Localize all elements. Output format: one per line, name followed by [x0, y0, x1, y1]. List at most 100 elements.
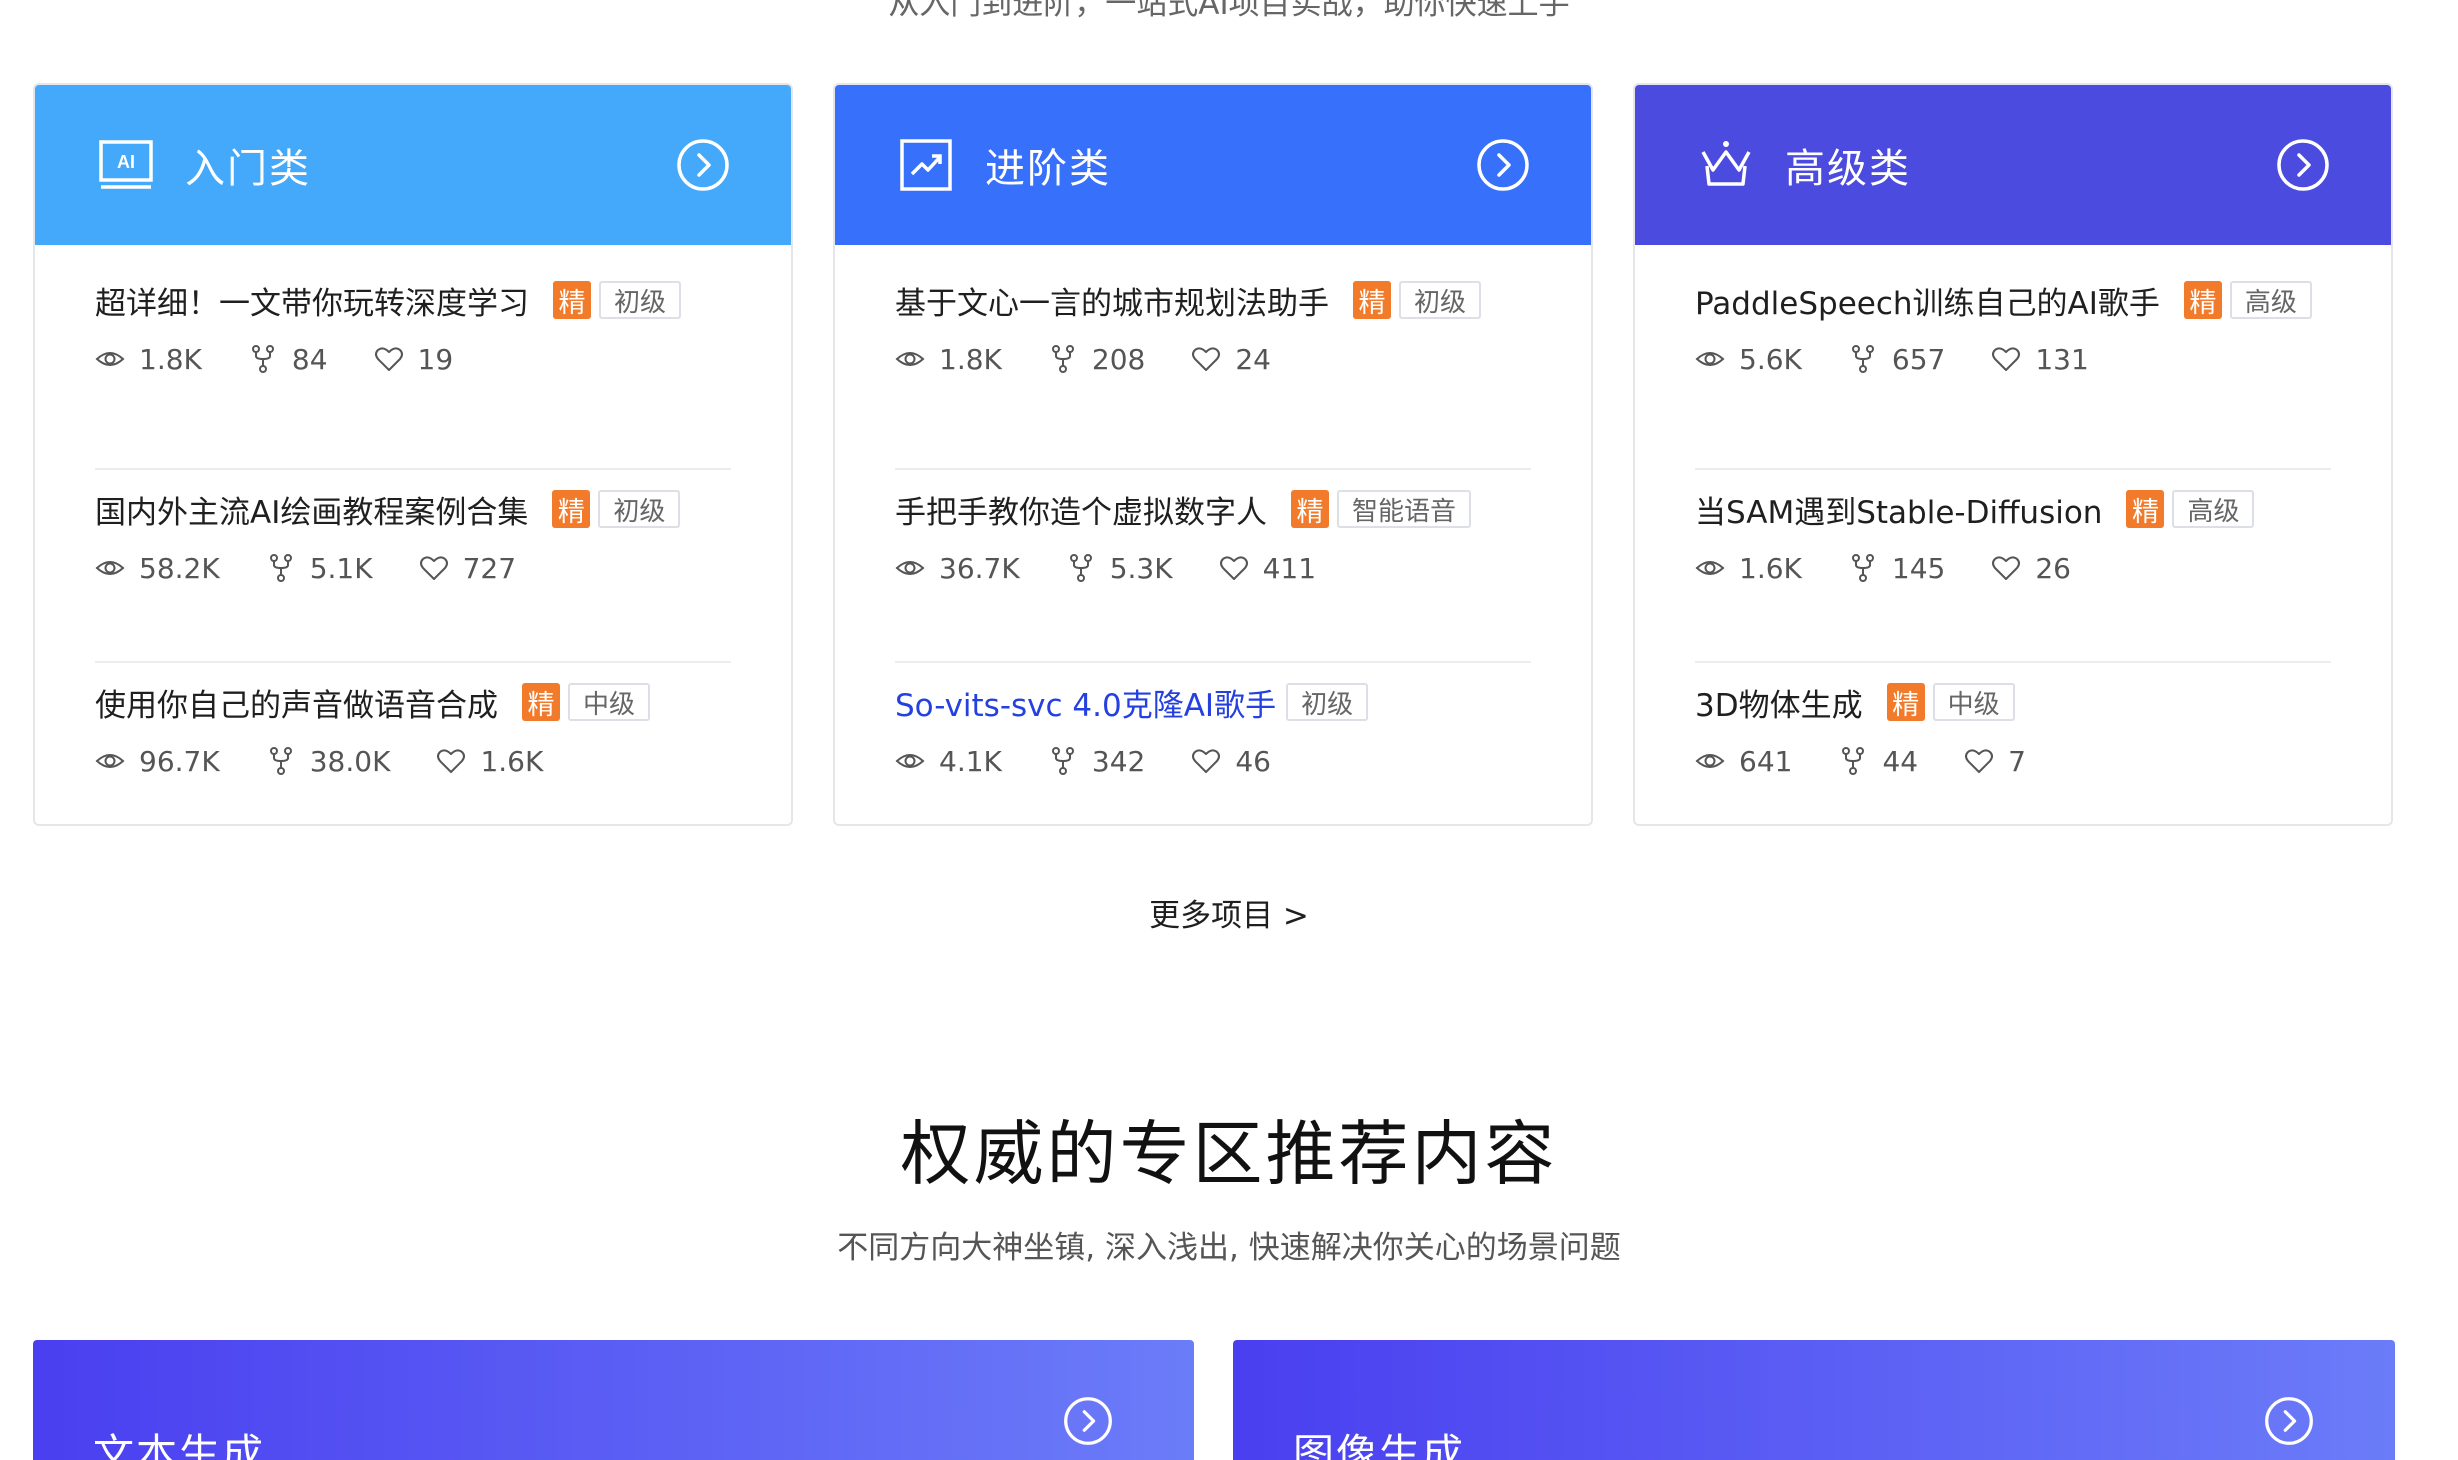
circle-arrow-right-icon[interactable] — [675, 137, 731, 193]
project-item[interactable]: 国内外主流AI绘画教程案例合集 精 初级 58.2K 5.1K 727 — [95, 468, 731, 661]
fork-icon — [251, 345, 274, 373]
views-count: 1.8K — [139, 342, 202, 376]
project-item[interactable]: 3D物体生成 精 中级 641 44 7 — [1695, 661, 2331, 824]
level-badge: 初级 — [599, 281, 682, 319]
forks-count: 5.1K — [309, 551, 373, 585]
views-count: 1.8K — [939, 342, 1002, 376]
project-item[interactable]: 当SAM遇到Stable-Diffusion 精 高级 1.6K 145 26 — [1695, 468, 2331, 661]
views-count: 5.6K — [1739, 342, 1802, 376]
views-count: 641 — [1739, 744, 1793, 778]
level-badge: 初级 — [598, 490, 681, 528]
project-stats: 36.7K 5.3K 411 — [895, 548, 1531, 588]
featured-badge: 精 — [2126, 490, 2165, 528]
svg-text:AI: AI — [117, 152, 135, 172]
project-stats: 641 44 7 — [1695, 741, 2331, 781]
level-badge: 初级 — [1399, 281, 1482, 319]
card-beginner: AI 入门类 超详细！一文带你玩转深度学习 精 初级 1.8K 84 19 国内… — [33, 83, 793, 826]
zone-card-image-generation[interactable]: 图像生成 — [1233, 1340, 2395, 1460]
featured-badge: 精 — [2183, 281, 2222, 319]
section-title: 权威的专区推荐内容 — [900, 1113, 1558, 1195]
zone-title: 文本生成 — [93, 1430, 265, 1460]
card-title: 入门类 — [185, 146, 311, 192]
fork-icon — [1851, 554, 1874, 582]
eye-icon — [1695, 352, 1725, 366]
project-item[interactable]: 基于文心一言的城市规划法助手 精 初级 1.8K 208 24 — [895, 275, 1531, 468]
circle-arrow-right-icon[interactable] — [1475, 137, 1531, 193]
forks-count: 145 — [1891, 551, 1946, 585]
project-title[interactable]: 手把手教你造个虚拟数字人 — [895, 487, 1267, 532]
heart-icon[interactable] — [1991, 553, 2021, 583]
featured-badge: 精 — [522, 683, 560, 721]
project-item[interactable]: 使用你自己的声音做语音合成 精 中级 96.7K 38.0K 1.6K — [95, 661, 731, 824]
featured-badge: 精 — [553, 281, 591, 319]
heart-icon[interactable] — [1964, 746, 1994, 776]
project-title[interactable]: 国内外主流AI绘画教程案例合集 — [95, 487, 528, 532]
eye-icon — [95, 754, 125, 768]
heart-icon[interactable] — [374, 344, 404, 374]
level-badge: 智能语音 — [1337, 490, 1472, 528]
card-body: 基于文心一言的城市规划法助手 精 初级 1.8K 208 24 手把手教你造个虚… — [835, 245, 1591, 824]
forks-count: 208 — [1091, 342, 1146, 376]
card-expert: 高级类 PaddleSpeech训练自己的AI歌手 精 高级 5.6K 657 — [1633, 83, 2393, 826]
fork-icon — [1851, 345, 1874, 373]
eye-icon — [1695, 561, 1725, 575]
circle-arrow-right-icon[interactable] — [2263, 1395, 2315, 1447]
eye-icon — [1695, 754, 1725, 768]
featured-badge: 精 — [1886, 683, 1925, 721]
fork-icon — [269, 554, 292, 582]
section-subtitle: 不同方向大神坐镇, 深入浅出, 快速解决你关心的场景问题 — [837, 1230, 1621, 1266]
featured-badge: 精 — [1353, 281, 1391, 319]
forks-count: 342 — [1091, 744, 1146, 778]
eye-icon — [895, 561, 925, 575]
project-item[interactable]: 手把手教你造个虚拟数字人 精 智能语音 36.7K 5.3K 411 — [895, 468, 1531, 661]
project-title[interactable]: 超详细！一文带你玩转深度学习 — [95, 278, 529, 323]
circle-arrow-right-icon[interactable] — [2275, 137, 2331, 193]
fork-icon — [269, 747, 292, 775]
heart-icon[interactable] — [419, 553, 449, 583]
fork-icon — [1051, 747, 1074, 775]
level-badge: 中级 — [1932, 683, 2015, 721]
card-header[interactable]: 进阶类 — [835, 85, 1591, 245]
project-title[interactable]: 当SAM遇到Stable-Diffusion — [1695, 487, 2102, 532]
card-header[interactable]: 高级类 — [1635, 85, 2391, 245]
heart-icon[interactable] — [1191, 344, 1221, 374]
project-item[interactable]: PaddleSpeech训练自己的AI歌手 精 高级 5.6K 657 131 — [1695, 275, 2331, 468]
heart-icon[interactable] — [436, 746, 466, 776]
likes-count: 727 — [462, 551, 517, 585]
zone-title: 图像生成 — [1293, 1430, 1465, 1460]
ai-screen-icon: AI — [99, 140, 153, 189]
level-badge: 高级 — [2172, 490, 2255, 528]
likes-count: 19 — [417, 342, 454, 376]
views-count: 96.7K — [139, 744, 220, 778]
project-title[interactable]: 3D物体生成 — [1695, 680, 1863, 725]
views-count: 1.6K — [1739, 551, 1802, 585]
likes-count: 411 — [1262, 551, 1317, 585]
more-projects-link[interactable]: 更多项目 > — [0, 890, 2458, 935]
level-badge: 初级 — [1286, 683, 1369, 721]
project-title-link[interactable]: So-vits-svc 4.0克隆AI歌手 — [895, 680, 1276, 725]
heart-icon[interactable] — [1219, 553, 1249, 583]
zone-card-text-generation[interactable]: 文本生成 — [33, 1340, 1194, 1460]
project-title[interactable]: 基于文心一言的城市规划法助手 — [895, 278, 1329, 323]
eye-icon — [895, 352, 925, 366]
heart-icon[interactable] — [1191, 746, 1221, 776]
views-count: 58.2K — [139, 551, 220, 585]
heart-icon[interactable] — [1991, 344, 2021, 374]
fork-icon — [1051, 345, 1074, 373]
project-stats: 4.1K 342 46 — [895, 741, 1531, 781]
project-title[interactable]: PaddleSpeech训练自己的AI歌手 — [1695, 278, 2160, 323]
views-count: 4.1K — [939, 744, 1002, 778]
forks-count: 657 — [1891, 342, 1946, 376]
card-header[interactable]: AI 入门类 — [35, 85, 791, 245]
project-stats: 5.6K 657 131 — [1695, 339, 2331, 379]
card-body: PaddleSpeech训练自己的AI歌手 精 高级 5.6K 657 131 … — [1635, 245, 2391, 824]
forks-count: 38.0K — [309, 744, 391, 778]
level-badge: 中级 — [568, 683, 651, 721]
likes-count: 131 — [2035, 342, 2089, 376]
project-item[interactable]: 超详细！一文带你玩转深度学习 精 初级 1.8K 84 19 — [95, 275, 731, 468]
project-title[interactable]: 使用你自己的声音做语音合成 — [95, 680, 498, 725]
project-item[interactable]: So-vits-svc 4.0克隆AI歌手 初级 4.1K 342 46 — [895, 661, 1531, 824]
project-stats: 96.7K 38.0K 1.6K — [95, 741, 731, 781]
level-badge: 高级 — [2229, 281, 2312, 319]
circle-arrow-right-icon[interactable] — [1062, 1395, 1114, 1447]
